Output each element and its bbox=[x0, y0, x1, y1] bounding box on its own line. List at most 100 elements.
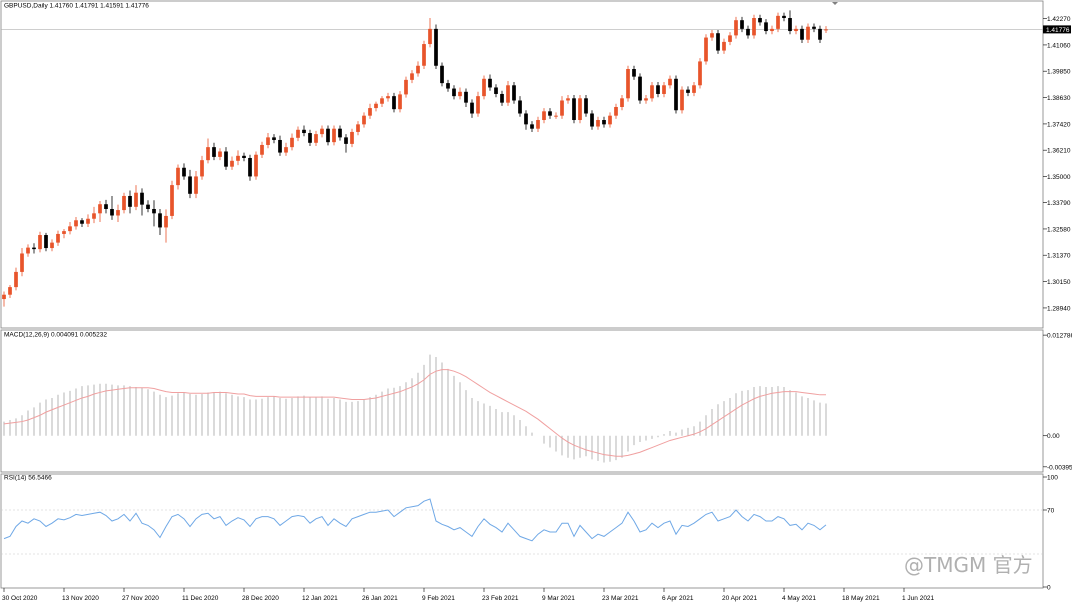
candle-body bbox=[236, 155, 240, 161]
candle-body bbox=[428, 28, 432, 45]
macd-pane-title: MACD(12,26,9) 0.004091 0.005232 bbox=[4, 332, 107, 339]
candle-body bbox=[518, 100, 522, 114]
candle-body bbox=[740, 20, 744, 29]
candle-body bbox=[776, 15, 780, 29]
candle-body bbox=[212, 147, 216, 157]
candle-body bbox=[176, 167, 180, 186]
candle-body bbox=[266, 137, 270, 145]
candle-body bbox=[638, 76, 642, 101]
time-tick-label: 4 May 2021 bbox=[782, 595, 816, 602]
candle-body bbox=[482, 78, 486, 97]
candle-body bbox=[332, 128, 336, 143]
time-tick-label: 6 Apr 2021 bbox=[662, 595, 694, 602]
candle-body bbox=[698, 61, 702, 86]
candle-body bbox=[416, 65, 420, 74]
candle-body bbox=[356, 124, 360, 132]
candle-body bbox=[686, 89, 690, 93]
candle-body bbox=[668, 78, 672, 86]
time-tick-label: 27 Nov 2020 bbox=[122, 595, 159, 602]
price-tick-label: 1.38630 bbox=[1047, 95, 1071, 102]
time-tick-label: 26 Jan 2021 bbox=[362, 595, 398, 602]
candle-body bbox=[422, 44, 426, 66]
candle-body bbox=[806, 26, 810, 40]
candle-body bbox=[536, 120, 540, 129]
candle-body bbox=[560, 100, 564, 116]
candle-body bbox=[650, 85, 654, 99]
candle-body bbox=[704, 37, 708, 62]
candle-body bbox=[14, 271, 18, 288]
candle-body bbox=[104, 204, 108, 209]
candle-body bbox=[812, 26, 816, 29]
watermark-text: @TMGM 官方 bbox=[904, 553, 1033, 577]
candle-body bbox=[128, 195, 132, 207]
candle-body bbox=[38, 235, 42, 250]
candle-body bbox=[440, 65, 444, 84]
time-tick-label: 11 Dec 2020 bbox=[182, 595, 219, 602]
candle-body bbox=[566, 98, 570, 101]
rsi-tick-label: 0 bbox=[1047, 585, 1051, 592]
candle-body bbox=[464, 91, 468, 103]
candle-body bbox=[644, 98, 648, 101]
candle-body bbox=[86, 218, 90, 224]
candle-body bbox=[62, 231, 66, 234]
candle-body bbox=[818, 28, 822, 40]
candle-body bbox=[224, 151, 228, 167]
candle-body bbox=[674, 78, 678, 111]
candle-body bbox=[170, 185, 174, 216]
candle-body bbox=[92, 213, 96, 219]
candle-body bbox=[284, 147, 288, 153]
current-price-label: 1.41776 bbox=[1046, 27, 1070, 34]
candle-body bbox=[584, 98, 588, 114]
candle-body bbox=[350, 131, 354, 144]
candle-body bbox=[110, 208, 114, 216]
candle-body bbox=[524, 113, 528, 125]
price-tick-label: 1.42270 bbox=[1047, 16, 1071, 23]
candle-body bbox=[626, 69, 630, 99]
candle-body bbox=[116, 210, 120, 216]
candle-body bbox=[290, 137, 294, 148]
candle-body bbox=[380, 98, 384, 104]
price-tick-label: 1.39850 bbox=[1047, 69, 1071, 76]
candle-body bbox=[782, 15, 786, 19]
candle-body bbox=[758, 18, 762, 23]
price-tick-label: 1.28940 bbox=[1047, 305, 1071, 312]
price-tick-label: 1.35000 bbox=[1047, 174, 1071, 181]
candle-body bbox=[446, 83, 450, 89]
candle-body bbox=[602, 120, 606, 125]
candle-body bbox=[728, 35, 732, 42]
candle-body bbox=[470, 102, 474, 114]
candle-body bbox=[374, 103, 378, 109]
candle-body bbox=[554, 115, 558, 117]
candle-body bbox=[314, 134, 318, 143]
candle-body bbox=[794, 28, 798, 32]
candle-body bbox=[680, 89, 684, 111]
candle-body bbox=[146, 204, 150, 209]
candle-body bbox=[410, 73, 414, 80]
candle-body bbox=[206, 147, 210, 161]
candle-body bbox=[662, 85, 666, 94]
candle-body bbox=[308, 133, 312, 143]
candle-body bbox=[542, 111, 546, 121]
trading-chart[interactable]: 1.42270 1.41060 1.39850 1.38630 1.37420 1.362… bbox=[0, 0, 1072, 604]
candle-body bbox=[386, 96, 390, 99]
candle-body bbox=[44, 235, 48, 249]
candle-body bbox=[56, 233, 60, 243]
candle-body bbox=[530, 124, 534, 129]
candle-body bbox=[824, 29, 828, 31]
candle-body bbox=[254, 154, 258, 177]
candle-body bbox=[392, 96, 396, 110]
candle-body bbox=[230, 160, 234, 167]
candle-body bbox=[398, 94, 402, 110]
candle-body bbox=[260, 144, 264, 155]
time-tick-label: 30 Oct 2020 bbox=[2, 595, 38, 602]
candle-body bbox=[434, 28, 438, 66]
candle-body bbox=[548, 111, 552, 116]
candle-body bbox=[614, 106, 618, 116]
candle-body bbox=[656, 85, 660, 94]
time-tick-label: 18 May 2021 bbox=[842, 595, 880, 602]
candle-body bbox=[164, 215, 168, 228]
macd-tick-label: -0.003952 bbox=[1047, 464, 1072, 471]
candle-body bbox=[734, 20, 738, 36]
time-tick-label: 12 Jan 2021 bbox=[302, 595, 338, 602]
candle-body bbox=[494, 87, 498, 94]
